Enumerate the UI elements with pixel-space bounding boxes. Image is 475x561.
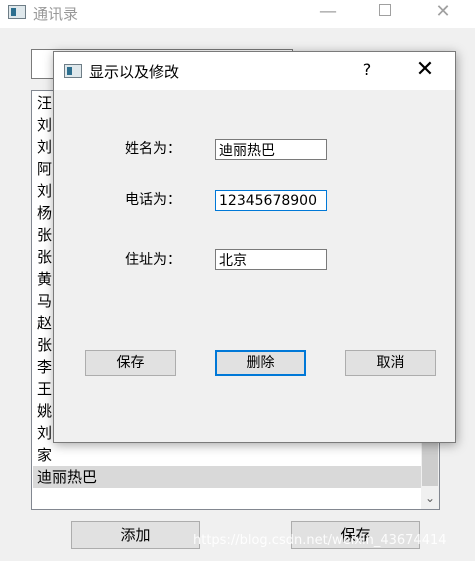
add-button[interactable]: 添加 xyxy=(71,521,200,549)
phone-field[interactable] xyxy=(215,190,327,211)
address-field[interactable] xyxy=(215,249,327,270)
dialog-title: 显示以及修改 xyxy=(89,63,180,81)
name-field[interactable] xyxy=(215,139,327,160)
main-window-title: 通讯录 xyxy=(33,5,79,23)
address-label: 住址为： xyxy=(125,252,181,268)
edit-contact-dialog: 显示以及修改 ? ✕ 姓名为： 电话为： 住址为： 保存 删除 取消 xyxy=(53,51,456,443)
dialog-close-button[interactable]: ✕ xyxy=(414,57,436,83)
help-button[interactable]: ? xyxy=(359,60,375,79)
phone-label: 电话为： xyxy=(125,192,181,208)
name-label: 姓名为： xyxy=(125,141,181,157)
minimize-button[interactable]: — xyxy=(305,0,351,26)
list-item[interactable]: 迪丽热巴 xyxy=(33,466,422,488)
main-titlebar[interactable]: 通讯录 — ✕ xyxy=(0,0,475,28)
scroll-down-icon[interactable]: ⌄ xyxy=(421,489,439,509)
cancel-button[interactable]: 取消 xyxy=(345,350,436,376)
list-item[interactable]: 家 xyxy=(33,444,422,466)
watermark: https://blog.csdn.net/weixin_43674414 xyxy=(193,533,447,548)
app-window-icon xyxy=(8,5,26,19)
maximize-icon xyxy=(379,4,391,16)
dialog-window-icon xyxy=(64,64,82,78)
delete-button[interactable]: 删除 xyxy=(215,350,306,376)
dialog-titlebar[interactable]: 显示以及修改 ? ✕ xyxy=(54,52,455,90)
close-button[interactable]: ✕ xyxy=(420,0,466,26)
maximize-button[interactable] xyxy=(362,0,408,26)
dialog-save-button[interactable]: 保存 xyxy=(85,350,176,376)
